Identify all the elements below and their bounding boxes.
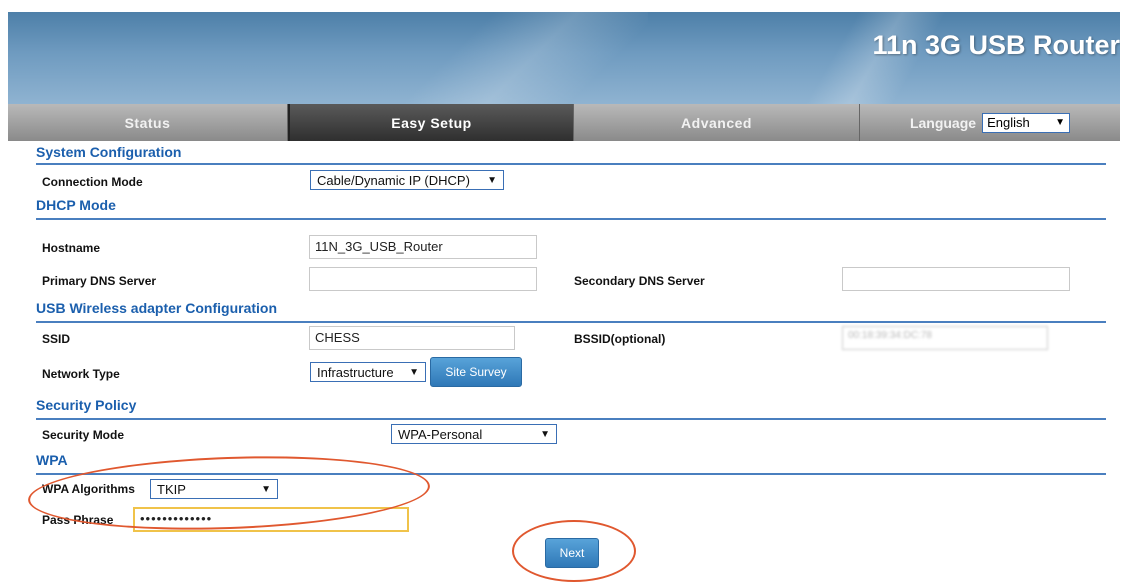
ssid-label: SSID [42,332,71,346]
network-type-select[interactable]: Infrastructure ▼ [310,362,426,382]
chevron-down-icon: ▼ [540,428,550,440]
section-title-security-policy: Security Policy [36,397,137,413]
network-type-label: Network Type [42,367,120,381]
language-dropdown[interactable]: English ▼ [982,112,1071,133]
header-banner: 11n 3G USB Router [8,12,1120,104]
section-title-dhcp-mode: DHCP Mode [36,197,116,213]
network-type-value: Infrastructure [317,364,394,380]
language-label: Language [909,114,977,131]
language-selector: Language English ▼ [860,104,1120,141]
hostname-input[interactable]: 11N_3G_USB_Router [309,235,537,259]
secondary-dns-input[interactable] [842,267,1070,291]
router-admin-page: 11n 3G USB Router Status Easy Setup Adva… [8,12,1120,582]
chevron-down-icon: ▼ [1055,117,1066,128]
primary-dns-label: Primary DNS Server [42,274,157,288]
main-nav: Status Easy Setup Advanced Language Engl… [8,104,1120,141]
banner-decoration [388,12,648,104]
section-title-usb-wireless: USB Wireless adapter Configuration [36,300,278,316]
connection-mode-value: Cable/Dynamic IP (DHCP) [317,172,470,188]
chevron-down-icon: ▼ [409,366,419,378]
connection-mode-label: Connection Mode [42,175,143,189]
section-title-system-configuration: System Configuration [36,144,182,160]
chevron-down-icon: ▼ [487,174,497,186]
divider [36,418,1106,420]
divider [36,321,1106,323]
secondary-dns-label: Secondary DNS Server [574,274,705,288]
hostname-label: Hostname [42,241,101,255]
tab-easy-setup[interactable]: Easy Setup [288,104,574,141]
section-title-wpa: WPA [36,452,68,468]
tab-advanced[interactable]: Advanced [574,104,860,141]
site-survey-button[interactable]: Site Survey [430,357,522,387]
primary-dns-input[interactable] [309,267,537,291]
language-value: English [987,115,1030,130]
bssid-input[interactable]: 00:18:39:34:DC:78 [842,326,1048,350]
security-mode-select[interactable]: WPA-Personal ▼ [391,424,557,444]
annotation-circle [512,520,636,582]
product-title: 11n 3G USB Router [872,30,1120,60]
security-mode-value: WPA-Personal [398,426,483,442]
bssid-label: BSSID(optional) [574,332,666,346]
connection-mode-select[interactable]: Cable/Dynamic IP (DHCP) ▼ [310,170,504,190]
tab-status[interactable]: Status [8,104,288,141]
security-mode-label: Security Mode [42,428,125,442]
ssid-input[interactable]: CHESS [309,326,515,350]
divider [36,218,1106,220]
divider [36,163,1106,165]
